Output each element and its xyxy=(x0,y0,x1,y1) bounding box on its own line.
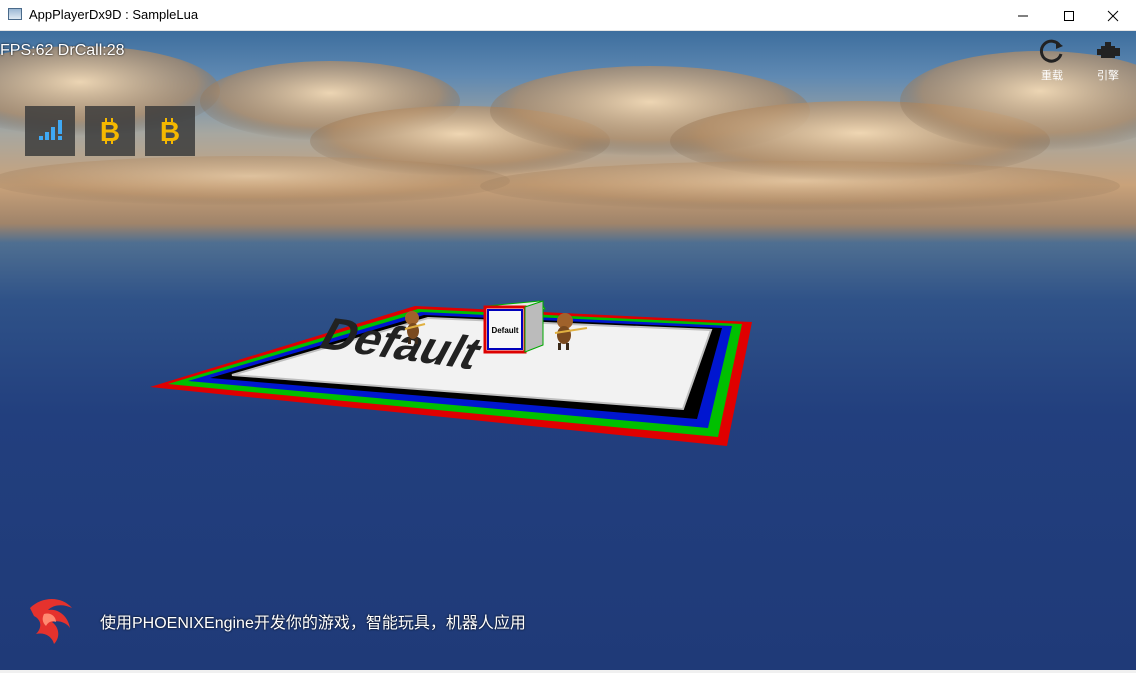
game-viewport[interactable]: Default Default FPS:62 DrCall:28 B B 重载 … xyxy=(0,31,1136,673)
footer-text: 使用PHOENIXEngine开发你的游戏，智能玩具，机器人应用 xyxy=(100,615,526,632)
svg-text:B: B xyxy=(160,116,180,146)
default-cube: Default xyxy=(483,300,546,354)
signal-icon xyxy=(39,120,62,140)
engine-button[interactable]: 引擎 xyxy=(1081,37,1135,85)
reload-label: 重载 xyxy=(1041,70,1063,82)
signal-button[interactable] xyxy=(25,106,75,156)
minimize-button[interactable] xyxy=(1000,0,1046,31)
phoenix-logo-icon xyxy=(30,599,72,644)
close-button[interactable] xyxy=(1090,0,1136,31)
window-titlebar[interactable]: AppPlayerDx9D : SampleLua xyxy=(0,0,1136,31)
svg-text:B: B xyxy=(100,116,120,146)
reload-button[interactable]: 重载 xyxy=(1025,37,1079,85)
coin-button-2[interactable]: B xyxy=(145,106,195,156)
engine-icon xyxy=(1097,42,1120,58)
bitcoin-icon: B xyxy=(160,116,180,146)
reload-icon xyxy=(1039,39,1063,63)
maximize-button[interactable] xyxy=(1046,0,1092,31)
coin-button-1[interactable]: B xyxy=(85,106,135,156)
maximize-icon xyxy=(1064,10,1074,21)
close-icon xyxy=(1107,10,1119,21)
minimize-icon xyxy=(1018,15,1028,16)
window-title: AppPlayerDx9D : SampleLua xyxy=(29,7,199,22)
app-icon xyxy=(8,8,22,20)
engine-label: 引擎 xyxy=(1097,70,1119,82)
cube-label: Default xyxy=(491,326,518,335)
fps-readout: FPS:62 DrCall:28 xyxy=(0,42,125,59)
bitcoin-icon: B xyxy=(100,116,120,146)
